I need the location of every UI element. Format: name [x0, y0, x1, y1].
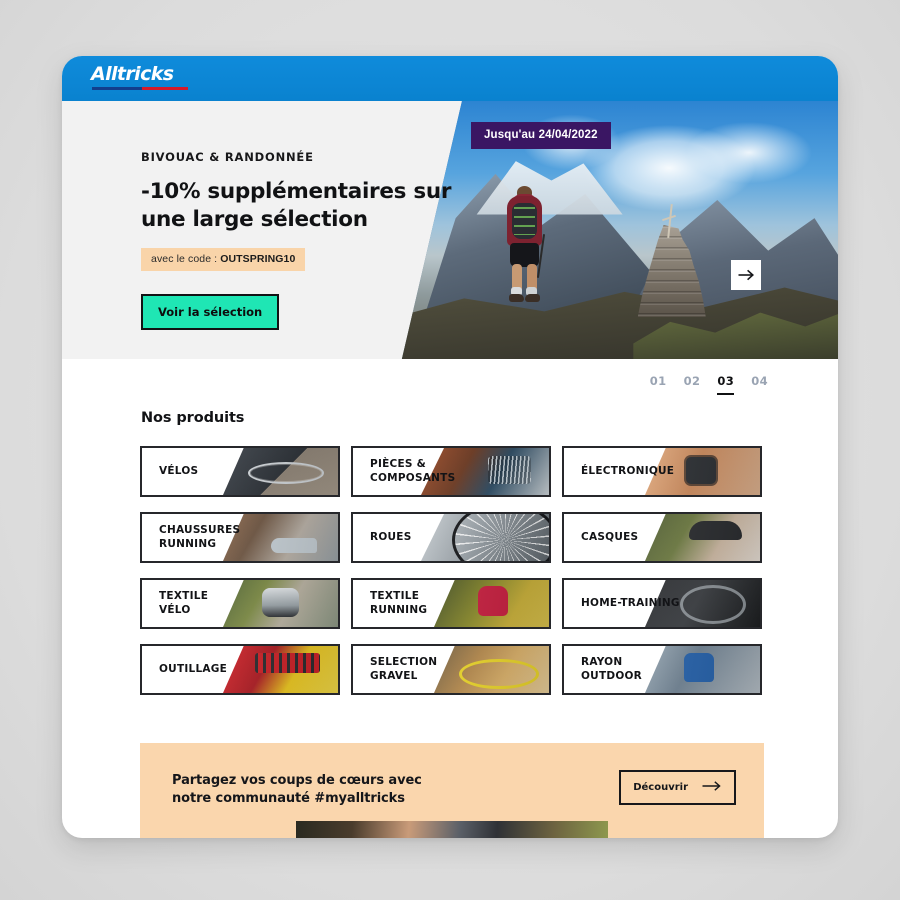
category-card-label: PIÈCES & COMPOSANTS [370, 457, 456, 484]
category-card-label: VÉLOS [159, 464, 199, 477]
pager-item-02[interactable]: 02 [684, 374, 701, 395]
category-card-chaussures-running[interactable]: CHAUSSURES RUNNING [140, 512, 340, 563]
category-card-pieces-composants[interactable]: PIÈCES & COMPOSANTS [351, 446, 551, 497]
promo-code-value: OUTSPRING10 [220, 253, 296, 266]
hero-next-slide-button[interactable] [731, 260, 761, 290]
site-header: Alltricks [62, 56, 838, 101]
category-card-label: SELECTION GRAVEL [370, 655, 438, 682]
arrow-right-icon [702, 781, 722, 794]
category-card-photo [421, 514, 549, 561]
category-card-selection-gravel[interactable]: SELECTION GRAVEL [351, 644, 551, 695]
category-card-label: OUTILLAGE [159, 662, 228, 675]
category-card-photo [645, 646, 760, 693]
hero-title: -10% supplémentaires sur une large sélec… [141, 179, 452, 232]
promo-code-prefix: avec le code : [151, 253, 221, 266]
products-section-title: Nos produits [141, 410, 245, 426]
community-discover-button[interactable]: Découvrir [619, 770, 736, 805]
category-card-outillage[interactable]: OUTILLAGE [140, 644, 340, 695]
pager-item-03[interactable]: 03 [717, 374, 735, 395]
product-category-grid: VÉLOS PIÈCES & COMPOSANTS ÉLECTRONIQUE C… [140, 446, 764, 695]
pager-item-01[interactable]: 01 [650, 374, 667, 395]
category-card-label: ROUES [370, 530, 412, 543]
hero-eyebrow: BIVOUAC & RANDONNÉE [141, 150, 314, 164]
category-card-label: TEXTILE RUNNING [370, 589, 428, 616]
category-card-label: HOME-TRAINING [581, 596, 680, 609]
pager-item-04[interactable]: 04 [751, 374, 768, 395]
category-card-rayon-outdoor[interactable]: RAYON OUTDOOR [562, 644, 762, 695]
logo-underline [92, 87, 188, 90]
category-card-electronique[interactable]: ÉLECTRONIQUE [562, 446, 762, 497]
alltricks-logo[interactable]: Alltricks [91, 63, 196, 93]
arrow-right-icon [738, 269, 755, 281]
category-card-label: ÉLECTRONIQUE [581, 464, 675, 477]
category-card-photo [434, 580, 549, 627]
community-title: Partagez vos coups de cœurs avec notre c… [172, 773, 422, 806]
community-discover-label: Découvrir [633, 782, 688, 793]
category-card-casques[interactable]: CASQUES [562, 512, 762, 563]
category-card-photo [223, 646, 338, 693]
category-card-velos[interactable]: VÉLOS [140, 446, 340, 497]
hero-copy: BIVOUAC & RANDONNÉE -10% supplémentaires… [141, 150, 471, 331]
category-card-photo [645, 514, 760, 561]
community-banner: Partagez vos coups de cœurs avec notre c… [140, 743, 764, 838]
category-card-label: TEXTILE VÉLO [159, 589, 209, 616]
hero-hiker-figure [495, 186, 555, 306]
category-card-photo [223, 448, 338, 495]
logo-text: Alltricks [91, 63, 174, 85]
category-card-photo [434, 646, 549, 693]
category-card-home-training[interactable]: HOME-TRAINING [562, 578, 762, 629]
category-card-textile-velo[interactable]: TEXTILE VÉLO [140, 578, 340, 629]
category-card-textile-running[interactable]: TEXTILE RUNNING [351, 578, 551, 629]
hero-slide-pager: 01 02 03 04 [650, 374, 768, 395]
category-card-label: CASQUES [581, 530, 639, 543]
browser-page-card: Alltricks Jusqu'au 24/04/2022 BIVOUAC & … [62, 56, 838, 838]
category-card-photo [223, 580, 338, 627]
hero-validity-badge: Jusqu'au 24/04/2022 [471, 122, 611, 149]
category-card-label: RAYON OUTDOOR [581, 655, 643, 682]
category-card-label: CHAUSSURES RUNNING [159, 523, 241, 550]
hero-cta-button[interactable]: Voir la sélection [141, 294, 280, 331]
promo-code-badge: avec le code : OUTSPRING10 [141, 248, 306, 272]
category-card-roues[interactable]: ROUES [351, 512, 551, 563]
hero-banner: Jusqu'au 24/04/2022 BIVOUAC & RANDONNÉE … [62, 101, 838, 359]
community-photo-strip [296, 821, 608, 838]
